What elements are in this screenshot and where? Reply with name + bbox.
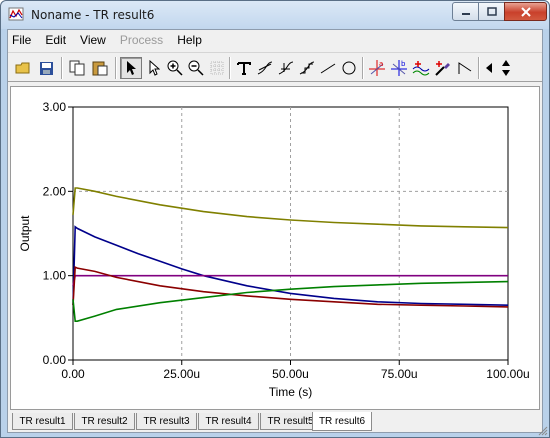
line-chart: 0.00 1.00 2.00 3.00 0.00 25.00u 50.00u 75.00u 10… — [18, 100, 530, 399]
copy-button[interactable] — [66, 57, 88, 79]
line-icon — [320, 63, 336, 74]
open-button[interactable] — [12, 57, 34, 79]
pointer-icon — [127, 61, 136, 75]
minimize-button[interactable] — [452, 2, 479, 21]
marker-icon — [458, 62, 472, 74]
step-button[interactable] — [296, 57, 318, 79]
scroll-left-icon — [486, 63, 492, 73]
paste-icon — [92, 61, 108, 76]
add-curve-icon — [412, 61, 430, 76]
toolbar: a b — [8, 52, 542, 82]
copy-icon — [69, 60, 85, 76]
cursor-a-icon: a — [369, 60, 385, 76]
toolbar-separator — [229, 57, 231, 79]
grid-icon — [210, 61, 224, 75]
window-title: Noname - TR result6 — [31, 8, 155, 22]
zoom-in-button[interactable] — [164, 57, 186, 79]
line-button[interactable] — [317, 57, 339, 79]
tab-tr-result6[interactable]: TR result6 — [312, 412, 372, 431]
close-button[interactable] — [504, 2, 547, 21]
pointer-button[interactable] — [120, 57, 142, 79]
pick-color-icon — [435, 61, 450, 76]
result-tabs: TR result1 TR result2 TR result3 TR resu… — [8, 412, 542, 432]
cursor-a-button[interactable]: a — [366, 57, 388, 79]
toolbar-separator — [362, 57, 364, 79]
x-tick-label: 0.00 — [61, 367, 85, 381]
cursor-b-icon: b — [391, 60, 407, 76]
y-tick-label: 1.00 — [43, 269, 67, 283]
maximize-icon — [486, 7, 497, 16]
close-icon — [520, 6, 531, 17]
y-tick-label: 0.00 — [43, 353, 67, 367]
zoom-in-icon — [167, 60, 183, 76]
tangent-icon — [257, 61, 273, 75]
client-area: File Edit View Process Help a b 0.00 1.0… — [7, 29, 543, 433]
cursor-b-button[interactable]: b — [388, 57, 410, 79]
scroll-left-button[interactable] — [482, 57, 496, 79]
x-tick-label: 100.00u — [486, 367, 529, 381]
y-tick-label: 2.00 — [43, 184, 67, 198]
zoom-100-button[interactable] — [185, 57, 207, 79]
scroll-updown-icon — [502, 60, 510, 76]
open-icon — [15, 62, 30, 74]
menu-view[interactable]: View — [80, 33, 106, 47]
tab-tr-result1[interactable]: TR result1 — [12, 413, 73, 430]
toolbar-separator — [115, 57, 117, 79]
svg-text:a: a — [379, 60, 383, 68]
menu-bar: File Edit View Process Help — [8, 30, 542, 50]
chart-panel[interactable]: 0.00 1.00 2.00 3.00 0.00 25.00u 50.00u 75.00u 10… — [10, 86, 540, 410]
save-button[interactable] — [35, 57, 57, 79]
menu-process[interactable]: Process — [120, 33, 163, 47]
menu-help[interactable]: Help — [177, 33, 202, 47]
slope-icon — [278, 61, 294, 75]
step-icon — [299, 61, 315, 75]
x-tick-label: 25.00u — [163, 367, 200, 381]
app-window: Noname - TR result6 File Edit View Proce… — [0, 0, 550, 438]
tab-tr-result4[interactable]: TR result4 — [198, 413, 259, 430]
x-tick-label: 75.00u — [381, 367, 418, 381]
tab-tr-result3[interactable]: TR result3 — [136, 413, 197, 430]
arrow-select-button[interactable] — [143, 57, 165, 79]
tab-tr-result2[interactable]: TR result2 — [74, 413, 135, 430]
save-icon — [39, 61, 53, 75]
toolbar-separator — [478, 57, 480, 79]
y-axis-label: Output — [18, 215, 32, 252]
circle-icon — [342, 61, 356, 75]
menu-file[interactable]: File — [12, 33, 31, 47]
scroll-updown-button[interactable] — [498, 57, 514, 79]
chart-app-icon — [8, 7, 24, 21]
add-curve-button[interactable] — [410, 57, 432, 79]
text-button[interactable] — [233, 57, 255, 79]
pick-color-button[interactable] — [432, 57, 454, 79]
x-axis-label: Time (s) — [269, 385, 313, 399]
maximize-button[interactable] — [478, 2, 505, 21]
tangent-button[interactable] — [254, 57, 276, 79]
minimize-icon — [461, 12, 470, 15]
x-tick-label: 50.00u — [272, 367, 309, 381]
slope-button[interactable] — [275, 57, 297, 79]
y-tick-label: 3.00 — [43, 100, 67, 114]
resize-grip-icon[interactable] — [538, 426, 548, 436]
toolbar-separator — [61, 57, 63, 79]
paste-button[interactable] — [89, 57, 111, 79]
marker-button[interactable] — [454, 57, 476, 79]
grid-button[interactable] — [206, 57, 228, 79]
circle-button[interactable] — [338, 57, 360, 79]
svg-text:b: b — [401, 60, 406, 68]
zoom-100-icon — [188, 60, 204, 76]
text-icon — [237, 62, 251, 75]
menu-edit[interactable]: Edit — [45, 33, 66, 47]
title-bar[interactable]: Noname - TR result6 — [1, 1, 549, 29]
arrow-select-icon — [149, 60, 160, 76]
